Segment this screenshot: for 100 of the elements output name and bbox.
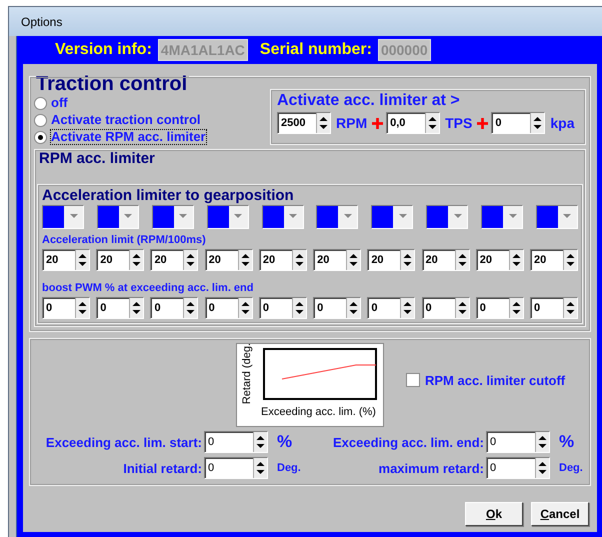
row-label: boost PWM % at exceeding acc. lim. end	[42, 282, 254, 294]
spin-field[interactable]: 0	[422, 297, 470, 319]
ok-button[interactable]: Ok	[465, 502, 523, 526]
caret-icon	[344, 214, 352, 219]
gear-dropdown[interactable]	[42, 205, 84, 229]
caret-icon	[289, 214, 297, 219]
field-label: Exceeding acc. lim. end:	[332, 434, 485, 450]
spin-buttons[interactable]	[253, 458, 267, 478]
spin-field[interactable]: 0	[42, 297, 90, 319]
spin-buttons[interactable]	[454, 298, 469, 318]
spin-field[interactable]: 0	[486, 431, 550, 453]
spin-field[interactable]: 0	[258, 297, 307, 319]
spin-buttons[interactable]	[75, 250, 89, 270]
spin-buttons[interactable]	[454, 250, 469, 270]
caret-icon	[70, 214, 78, 219]
gear-dropdown[interactable]	[481, 205, 523, 229]
group-title: Acceleration limiter to gearposition	[42, 187, 296, 204]
spin-field[interactable]: 20	[42, 249, 90, 271]
field-label: Initial retard:	[122, 460, 203, 476]
radio-button[interactable]	[34, 96, 47, 110]
gear-dropdown[interactable]	[262, 205, 304, 229]
spin-field[interactable]: 0	[491, 112, 546, 134]
unit-label: TPS	[445, 115, 472, 131]
gear-dropdown[interactable]	[426, 205, 468, 229]
checkbox[interactable]	[406, 373, 420, 387]
spin-field[interactable]: 20	[422, 249, 470, 271]
cancel-button[interactable]: Cancel	[531, 502, 589, 526]
spin-buttons[interactable]	[316, 113, 330, 133]
spin-field[interactable]: 20	[313, 249, 362, 271]
spin-buttons[interactable]	[400, 298, 414, 318]
gear-dropdown[interactable]	[316, 205, 358, 229]
spin-buttons[interactable]	[400, 250, 414, 270]
spin-buttons[interactable]	[530, 113, 544, 133]
caret-icon	[179, 214, 188, 219]
radio-button[interactable]	[34, 114, 47, 126]
radio-option[interactable]: Activate traction control	[34, 112, 207, 128]
spin-buttons[interactable]	[238, 298, 252, 318]
plus-icon	[372, 118, 384, 128]
caret-icon	[508, 214, 516, 219]
spin-field[interactable]: 20	[258, 249, 307, 271]
spin-field[interactable]: 0	[150, 297, 198, 319]
unit-label: RPM	[336, 115, 368, 131]
radio-button[interactable]	[34, 130, 47, 144]
caret-icon	[124, 214, 132, 219]
spin-field[interactable]: 0	[313, 297, 362, 319]
spin-buttons[interactable]	[425, 113, 440, 133]
gear-dropdown[interactable]	[96, 205, 139, 229]
gear-dropdown[interactable]	[206, 205, 249, 229]
spin-field[interactable]: 0	[204, 431, 268, 453]
caret-icon	[398, 214, 407, 219]
gear-dropdown[interactable]	[152, 205, 194, 229]
unit-label: kpa	[550, 115, 574, 131]
spin-buttons[interactable]	[129, 298, 144, 318]
version-label: Version info:	[55, 41, 152, 59]
spin-buttons[interactable]	[183, 298, 198, 318]
axis-label: Retard (deg.	[241, 343, 253, 406]
spin-field[interactable]: 0	[367, 297, 416, 319]
spin-buttons[interactable]	[562, 298, 577, 318]
spin-buttons[interactable]	[238, 250, 252, 270]
gear-dropdown[interactable]	[371, 205, 414, 229]
row-label: Acceleration limit (RPM/100ms)	[42, 234, 207, 246]
spin-field[interactable]: 20	[367, 249, 416, 271]
spin-field[interactable]: 0	[204, 457, 268, 479]
spin-field[interactable]: 20	[150, 249, 198, 271]
spin-field[interactable]: 0	[476, 297, 524, 319]
caret-icon	[563, 214, 572, 219]
cutoff-checkbox-row[interactable]: RPM acc. limiter cutoff	[406, 372, 566, 388]
spin-field[interactable]: 20	[530, 249, 578, 271]
caret-icon	[234, 214, 242, 219]
spin-buttons[interactable]	[346, 298, 360, 318]
spin-buttons[interactable]	[183, 250, 198, 270]
spin-field[interactable]: 0,0	[386, 112, 440, 134]
spin-buttons[interactable]	[129, 250, 144, 270]
spin-field[interactable]: 0	[486, 457, 550, 479]
unit-label: Deg.	[276, 462, 302, 474]
group-title: Activate acc. limiter at >	[277, 92, 461, 110]
spin-field[interactable]: 20	[204, 249, 253, 271]
spin-field[interactable]: 20	[96, 249, 144, 271]
spin-field[interactable]: 0	[204, 297, 253, 319]
spin-buttons[interactable]	[292, 250, 306, 270]
version-field: 4MA1AL1AC	[158, 39, 248, 61]
spin-buttons[interactable]	[535, 458, 549, 478]
unit-label: %	[276, 432, 294, 452]
spin-buttons[interactable]	[346, 250, 360, 270]
spin-field[interactable]: 20	[476, 249, 524, 271]
spin-field[interactable]: 0	[96, 297, 144, 319]
spin-field[interactable]: 0	[530, 297, 578, 319]
spin-field[interactable]: 2500	[277, 112, 331, 134]
spin-buttons[interactable]	[508, 298, 523, 318]
spin-buttons[interactable]	[562, 250, 577, 270]
spin-buttons[interactable]	[253, 432, 267, 452]
window-title: Options	[21, 14, 62, 28]
gear-dropdown[interactable]	[536, 205, 578, 229]
axis-label: Exceeding acc. lim. (%)	[261, 406, 376, 418]
spin-buttons[interactable]	[535, 432, 549, 452]
radio-option[interactable]: off	[34, 95, 207, 111]
spin-buttons[interactable]	[292, 298, 306, 318]
spin-buttons[interactable]	[508, 250, 523, 270]
spin-buttons[interactable]	[75, 298, 89, 318]
unit-label: %	[558, 432, 576, 452]
